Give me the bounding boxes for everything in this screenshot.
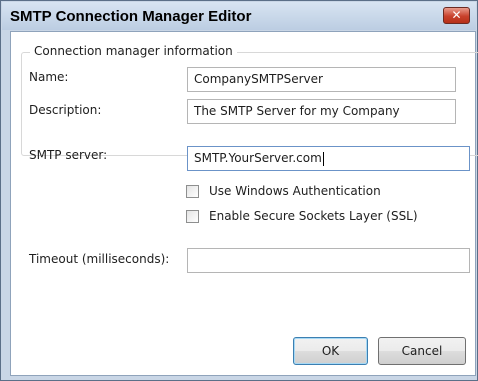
close-icon: ✕ [451, 8, 462, 22]
smtp-server-field[interactable]: SMTP.YourServer.com [187, 146, 470, 171]
timeout-label: Timeout (milliseconds): [29, 252, 170, 266]
name-field[interactable]: CompanySMTPServer [187, 67, 456, 92]
window-title: SMTP Connection Manager Editor [10, 8, 252, 25]
windows-auth-option[interactable]: Use Windows Authentication [186, 184, 446, 200]
windows-auth-label: Use Windows Authentication [209, 184, 381, 198]
ssl-label: Enable Secure Sockets Layer (SSL) [209, 209, 418, 223]
dialog-window: SMTP Connection Manager Editor ✕ Connect… [0, 0, 478, 381]
cancel-button[interactable]: Cancel [378, 337, 466, 365]
description-field[interactable]: The SMTP Server for my Company [187, 99, 456, 124]
ssl-checkbox[interactable] [186, 210, 199, 223]
windows-auth-checkbox[interactable] [186, 185, 199, 198]
smtp-server-value: SMTP.YourServer.com [194, 151, 322, 165]
close-button[interactable]: ✕ [443, 7, 470, 24]
description-label: Description: [29, 103, 102, 117]
timeout-field[interactable] [187, 248, 470, 273]
ssl-option[interactable]: Enable Secure Sockets Layer (SSL) [186, 209, 446, 225]
ok-button[interactable]: OK [293, 337, 368, 365]
dialog-body: Connection manager information Name: Com… [10, 31, 478, 376]
text-caret [322, 151, 324, 166]
name-label: Name: [29, 70, 69, 84]
smtp-server-label: SMTP server: [29, 148, 108, 162]
title-bar[interactable]: SMTP Connection Manager Editor ✕ [2, 2, 476, 30]
group-legend: Connection manager information [30, 44, 237, 58]
